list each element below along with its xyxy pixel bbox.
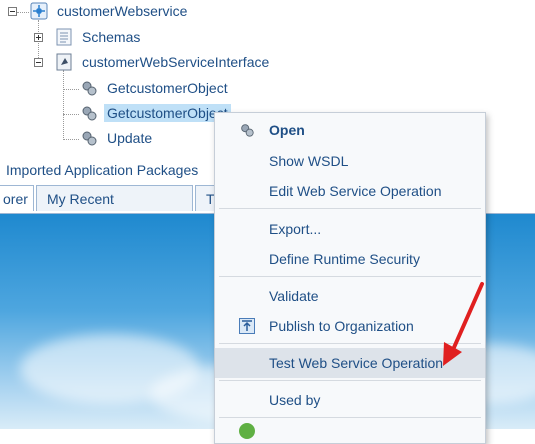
expand-toggle[interactable] xyxy=(34,33,43,42)
collapse-toggle[interactable] xyxy=(8,7,17,16)
tree-node-label: GetcustomerObject xyxy=(104,104,231,122)
tab-recent-documents[interactable]: My Recent Documents xyxy=(36,185,193,233)
tree-node-label: Update xyxy=(107,130,153,146)
tree-connector xyxy=(63,139,79,140)
tree-node-operation[interactable]: Update xyxy=(80,129,155,147)
collapse-toggle[interactable] xyxy=(34,58,43,67)
tree-node-label: Schemas xyxy=(82,29,141,45)
gears-icon xyxy=(82,81,97,96)
tree-node-schemas[interactable]: Schemas xyxy=(55,28,143,46)
context-menu: Open Show WSDL Edit Web Service Operatio… xyxy=(214,112,486,444)
menu-item-define-security[interactable]: Define Runtime Security xyxy=(215,244,485,274)
menu-item-label: Validate xyxy=(269,288,319,304)
gears-icon xyxy=(82,106,97,121)
partial-menu-icon xyxy=(239,423,255,439)
menu-separator xyxy=(219,380,481,381)
menu-item-show-wsdl[interactable]: Show WSDL xyxy=(215,146,485,176)
menu-item-label: Publish to Organization xyxy=(269,318,414,334)
gears-icon xyxy=(241,124,254,137)
menu-item-edit[interactable]: Edit Web Service Operation xyxy=(215,176,485,206)
gears-icon xyxy=(82,131,97,146)
menu-item-label: Define Runtime Security xyxy=(269,251,420,267)
tree-connector xyxy=(63,114,79,115)
tree-node-interface[interactable]: customerWebServiceInterface xyxy=(55,53,272,71)
menu-item-label: Test Web Service Operation xyxy=(269,355,444,371)
publish-icon xyxy=(239,318,255,334)
schemas-icon xyxy=(56,28,72,46)
menu-item-open[interactable]: Open xyxy=(215,115,485,145)
tree-node-label: GetcustomerObject xyxy=(107,80,228,96)
menu-item-label: Show WSDL xyxy=(269,153,349,169)
menu-item-label: Export... xyxy=(269,221,322,237)
tree-connector xyxy=(63,89,79,90)
packages-label[interactable]: Imported Application Packages xyxy=(6,162,198,178)
tree-node-operation[interactable]: GetcustomerObject xyxy=(80,79,231,97)
menu-item-label: Edit Web Service Operation xyxy=(269,183,442,199)
menu-item-label: Used by xyxy=(269,392,321,408)
menu-separator xyxy=(219,208,481,209)
tab-explorer[interactable]: orer xyxy=(0,185,34,211)
tree-node-label: customerWebservice xyxy=(57,3,188,19)
tree-node-label: customerWebServiceInterface xyxy=(82,54,270,70)
tree-connector xyxy=(17,12,29,13)
menu-item-used-by[interactable]: Used by xyxy=(215,385,485,415)
menu-separator xyxy=(219,276,481,277)
tree-connector xyxy=(63,70,64,140)
menu-separator xyxy=(219,417,481,418)
annotation-arrow-icon xyxy=(443,282,484,366)
tree-node-operation-selected[interactable]: GetcustomerObject xyxy=(80,104,231,122)
menu-item-export[interactable]: Export... xyxy=(215,214,485,244)
webservice-icon xyxy=(30,2,48,20)
menu-item-label: Open xyxy=(269,122,305,138)
interface-icon xyxy=(56,53,72,71)
tree-node-root[interactable]: customerWebservice xyxy=(30,2,190,20)
